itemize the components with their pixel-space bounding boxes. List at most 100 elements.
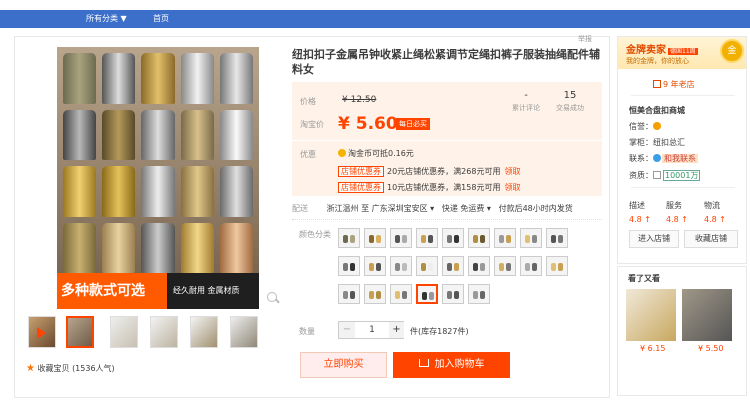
color-swatch[interactable] [442,228,464,248]
thumbnail-item[interactable] [150,316,178,348]
color-swatch[interactable] [442,256,464,276]
claim-coupon-button[interactable]: 领取 [504,183,520,192]
add-to-cart-label: 加入购物车 [434,359,485,370]
ship-from: 浙江温州 至 [326,204,370,213]
color-swatch[interactable] [546,256,568,276]
color-swatch[interactable] [520,256,542,276]
review-count-label: 累计评论 [512,104,540,112]
color-swatch[interactable] [364,228,386,248]
coin-text: 淘金币可抵0.16元 [348,149,414,158]
sales-count: 15 交易成功 [556,90,584,113]
quantity-stepper: − 1 + [338,321,404,339]
keeper-label: 掌柜： [629,138,653,147]
color-swatch[interactable] [390,256,412,276]
also-viewed-item[interactable] [682,289,732,341]
shop-age-icon [653,80,661,88]
color-swatch[interactable] [338,256,360,276]
star-icon: ★ [26,363,35,374]
promotions-label: 优惠 [300,150,316,159]
color-swatch[interactable] [546,228,568,248]
sales-count-label: 交易成功 [556,104,584,112]
color-swatch[interactable] [390,284,412,304]
quantity-input[interactable]: 1 [356,322,388,338]
qualification-icon [653,171,661,179]
review-count[interactable]: - 累计评论 [512,90,540,113]
rating-service: 服务 4.8 ↑ [666,200,688,224]
coupon-tag: 店铺优惠券 [338,182,384,193]
rating-value: 4.8 ↑ [666,215,688,224]
favorite-label: 收藏宝贝 [37,364,70,373]
ship-to-select[interactable]: 广东深圳宝安区 ▾ [372,204,435,213]
credit-crown-icon [653,122,661,130]
color-swatch[interactable] [520,228,542,248]
report-link[interactable]: 举报 [578,34,592,44]
color-swatch[interactable] [364,284,386,304]
thumbnail-video[interactable] [28,316,56,348]
nav-all-categories[interactable]: 所有分类 ▼ [86,13,127,24]
color-swatch[interactable] [364,256,386,276]
also-viewed-price: ¥ 6.15 [640,344,666,353]
also-viewed-panel: 看了又看 ¥ 6.15 ¥ 5.50 [617,266,747,396]
divider [292,219,602,220]
add-to-cart-button[interactable]: 加入购物车 [393,352,510,378]
gold-seller-level: 德国11周 [668,48,698,55]
favorite-item[interactable]: ★ 收藏宝贝 (1536人气) [26,363,115,374]
color-swatch[interactable] [442,284,464,304]
coupon-row: 店铺优惠券 10元店铺优惠券，满158元可用 领取 [338,182,520,193]
price-label: 价格 [300,97,316,106]
color-swatch[interactable] [468,284,490,304]
coin-icon [338,149,346,157]
color-swatch[interactable] [416,228,438,248]
rating-label: 描述 [629,201,645,210]
price-box: 价格 ¥ 12.50 淘宝价 ¥ 5.60 每日必买 - 累计评论 15 交易成… [292,82,602,140]
quantity-label: 数量 [299,327,315,336]
color-swatch-selected[interactable] [416,284,438,304]
nav-home[interactable]: 首页 [153,13,169,24]
ship-time: 付款后48小时内发货 [498,204,573,213]
color-swatch[interactable] [494,256,516,276]
color-swatch[interactable] [468,256,490,276]
color-swatch[interactable] [468,228,490,248]
product-main-image[interactable]: 多种款式可选 经久耐用 金属材质 [57,47,259,309]
color-swatch[interactable] [338,228,360,248]
color-swatch[interactable] [416,256,438,276]
color-swatch[interactable] [494,228,516,248]
buy-now-button[interactable]: 立即购买 [300,352,387,378]
thumbnail-item[interactable] [230,316,258,348]
thumbnail-item[interactable] [110,316,138,348]
thumbnail-item[interactable] [190,316,218,348]
color-options-label: 颜色分类 [299,230,331,239]
image-banner: 多种款式可选 经久耐用 金属材质 [57,273,259,309]
top-navigation-bar: 所有分类 ▼ 首页 [0,10,750,28]
image-banner-subtitle: 经久耐用 金属材质 [173,286,240,295]
shipping-label: 配送 [292,204,308,213]
shop-name[interactable]: 恒美合盘扣商城 [629,105,685,116]
coupon-text: 20元店铺优惠券，满268元可用 [387,167,501,176]
claim-coupon-button[interactable]: 领取 [504,167,520,176]
product-title: 纽扣扣子金属吊钟收紧止绳松紧调节定绳扣裤子服装抽绳配件辅料女 [292,48,600,76]
gold-seller-subtitle: 我的金牌，你的放心 [626,57,689,65]
favorite-count: (1536人气) [72,364,115,373]
also-viewed-item[interactable] [626,289,676,341]
color-swatch[interactable] [390,228,412,248]
qualification-badge[interactable]: 10001万 [663,170,701,181]
credit-label: 信誉： [629,122,653,131]
shop-info-panel: 金牌卖家 德国11周 我的金牌，你的放心 金 9 年老店 恒美合盘扣商城 信誉： … [617,36,747,264]
shop-keeper: 掌柜：纽扣总汇 [629,137,685,148]
decrease-quantity-button[interactable]: − [339,322,355,338]
enter-shop-button[interactable]: 进入店铺 [629,230,679,248]
divider [631,187,735,188]
keeper-name[interactable]: 纽扣总汇 [653,138,685,147]
shipping-fee-select[interactable]: 快递 免运费 ▾ [442,204,491,213]
increase-quantity-button[interactable]: + [389,322,404,338]
contact-seller-button[interactable]: 和我联系 [662,154,698,163]
favorite-shop-button[interactable]: 收藏店铺 [684,230,738,248]
rating-description: 描述 4.8 ↑ [629,200,651,224]
shop-credit: 信誉： [629,121,661,132]
taobao-coin-info: 淘金币可抵0.16元 [338,148,414,159]
color-swatch[interactable] [338,284,360,304]
play-icon [37,327,46,339]
zoom-icon[interactable] [267,292,277,302]
stock-count: 件(库存1827件) [410,327,469,336]
thumbnail-item[interactable] [66,316,94,348]
